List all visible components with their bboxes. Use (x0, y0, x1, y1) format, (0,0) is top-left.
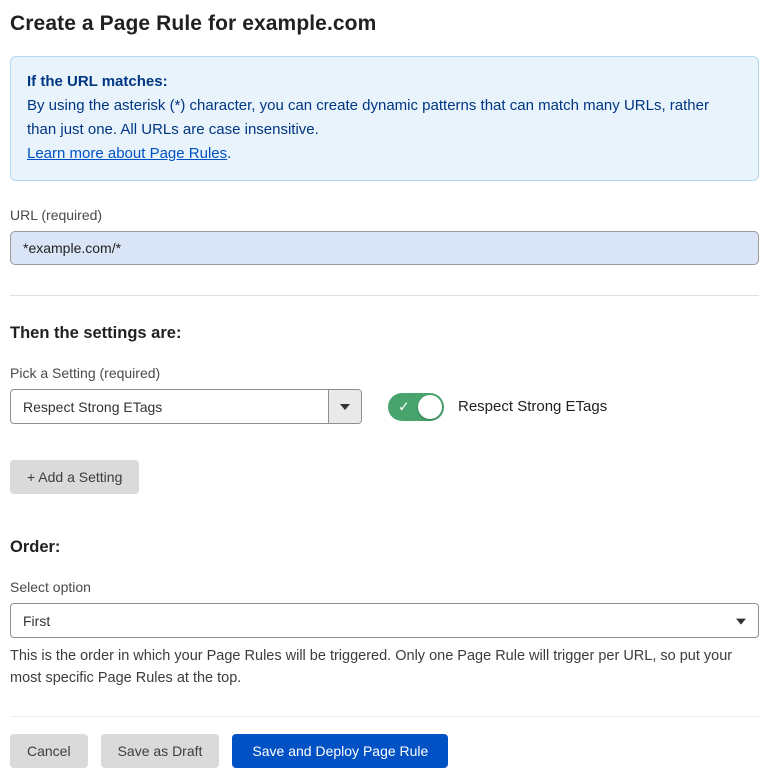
save-deploy-button[interactable]: Save and Deploy Page Rule (232, 734, 448, 768)
setting-row: Respect Strong ETags ✓ Respect Strong ET… (10, 389, 759, 424)
page-title: Create a Page Rule for example.com (10, 12, 759, 36)
info-box-body: By using the asterisk (*) character, you… (27, 94, 742, 142)
check-icon: ✓ (398, 399, 410, 413)
toggle-wrap: ✓ Respect Strong ETags (388, 393, 607, 421)
order-select[interactable]: First (10, 603, 759, 638)
toggle-knob (418, 395, 442, 419)
setting-select-value: Respect Strong ETags (11, 399, 328, 415)
section-divider (10, 295, 759, 296)
link-period: . (227, 145, 231, 162)
respect-strong-etags-toggle[interactable]: ✓ (388, 393, 444, 421)
info-box-heading: If the URL matches: (27, 70, 742, 94)
footer-actions: Cancel Save as Draft Save and Deploy Pag… (10, 716, 759, 768)
chevron-down-icon (340, 404, 350, 410)
toggle-label: Respect Strong ETags (458, 398, 607, 415)
order-help-text: This is the order in which your Page Rul… (10, 645, 750, 690)
cancel-button[interactable]: Cancel (10, 734, 88, 768)
order-select-value: First (11, 613, 758, 629)
add-setting-button[interactable]: + Add a Setting (10, 460, 139, 494)
create-page-rule-panel: Create a Page Rule for example.com If th… (0, 0, 769, 768)
order-heading: Order: (10, 538, 759, 557)
url-match-info-box: If the URL matches: By using the asteris… (10, 56, 759, 181)
select-option-label: Select option (10, 579, 759, 595)
url-input[interactable] (10, 231, 759, 265)
setting-select[interactable]: Respect Strong ETags (10, 389, 362, 424)
learn-more-link[interactable]: Learn more about Page Rules (27, 145, 227, 162)
pick-setting-label: Pick a Setting (required) (10, 365, 759, 381)
settings-heading: Then the settings are: (10, 324, 759, 343)
url-label: URL (required) (10, 207, 759, 223)
save-draft-button[interactable]: Save as Draft (101, 734, 220, 768)
chevron-down-icon (736, 618, 746, 624)
setting-select-caret-button[interactable] (328, 390, 361, 423)
info-box-link-line: Learn more about Page Rules. (27, 142, 742, 166)
